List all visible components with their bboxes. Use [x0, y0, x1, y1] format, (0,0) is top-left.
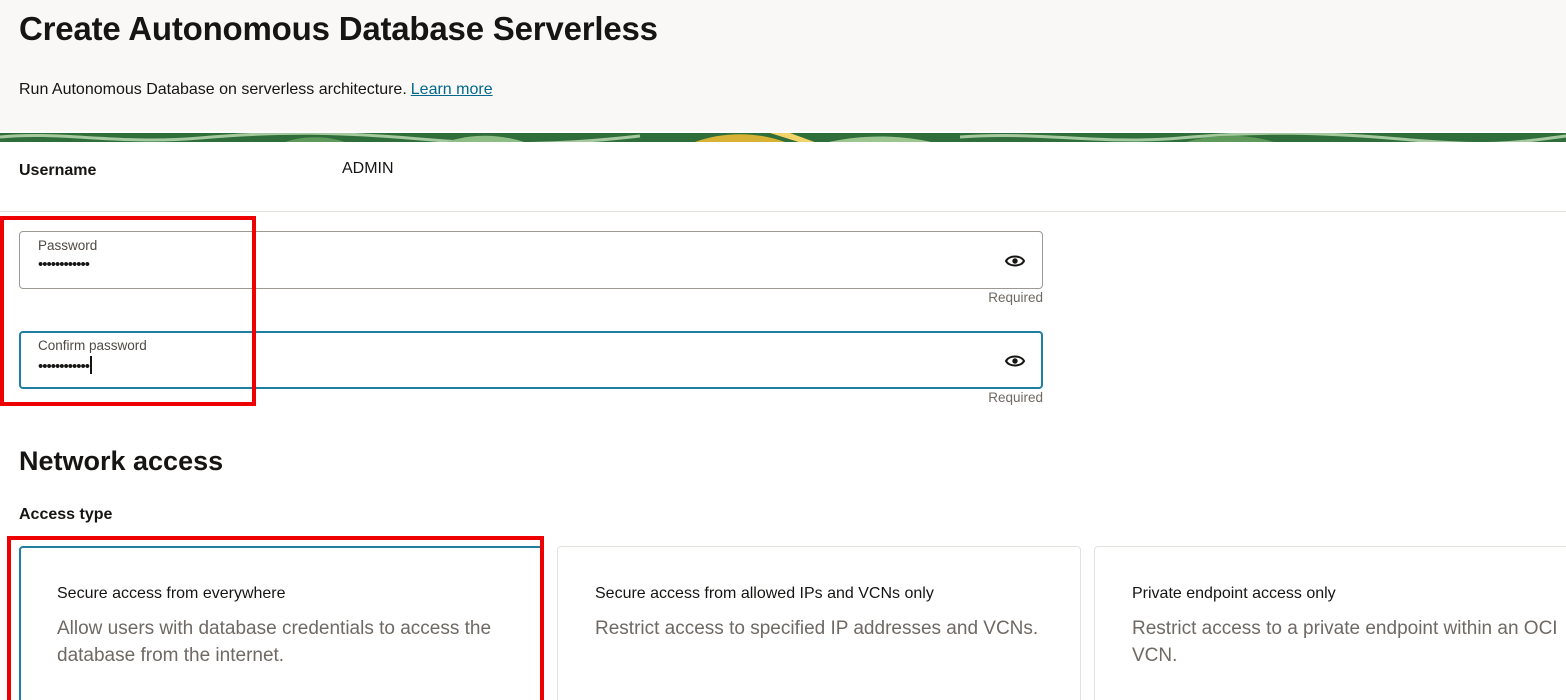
password-required-hint: Required	[988, 290, 1043, 305]
access-option-title: Private endpoint access only	[1132, 585, 1336, 602]
access-option-description: Allow users with database credentials to…	[57, 618, 492, 666]
access-option-description: Restrict access to a private endpoint wi…	[1132, 618, 1558, 666]
confirm-password-value[interactable]: ••••••••••••	[38, 356, 93, 375]
page-subtitle: Run Autonomous Database on serverless ar…	[19, 81, 493, 99]
access-option-everywhere[interactable]: Secure access from everywhere Allow user…	[19, 546, 543, 700]
password-label: Password	[38, 238, 98, 253]
learn-more-link[interactable]: Learn more	[411, 81, 493, 98]
password-field[interactable]: Password ••••••••••••	[19, 231, 1043, 289]
access-option-allowed-ips[interactable]: Secure access from allowed IPs and VCNs …	[557, 546, 1081, 700]
access-option-title: Secure access from allowed IPs and VCNs …	[595, 585, 934, 602]
page-title: Create Autonomous Database Serverless	[19, 10, 658, 47]
confirm-password-required-hint: Required	[988, 390, 1043, 405]
access-option-title: Secure access from everywhere	[57, 585, 286, 602]
username-value: ADMIN	[342, 160, 394, 177]
decorative-banner	[0, 131, 1566, 142]
username-row: Username ADMIN	[0, 142, 1566, 212]
eye-icon[interactable]	[1004, 351, 1026, 371]
eye-icon[interactable]	[1004, 251, 1026, 271]
confirm-password-label: Confirm password	[38, 338, 147, 353]
access-type-label: Access type	[19, 506, 113, 523]
confirm-password-field[interactable]: Confirm password ••••••••••••	[19, 331, 1043, 389]
access-option-private-endpoint[interactable]: Private endpoint access only Restrict ac…	[1094, 546, 1566, 700]
confirm-password-text: ••••••••••••	[38, 358, 90, 375]
access-option-description: Restrict access to specified IP addresse…	[595, 618, 1039, 639]
page-header: Create Autonomous Database Serverless Ru…	[0, 0, 1566, 131]
text-caret	[90, 356, 93, 374]
username-label: Username	[19, 162, 97, 179]
password-value[interactable]: ••••••••••••	[38, 256, 90, 273]
network-access-title: Network access	[19, 446, 224, 476]
subtitle-text: Run Autonomous Database on serverless ar…	[19, 81, 407, 98]
